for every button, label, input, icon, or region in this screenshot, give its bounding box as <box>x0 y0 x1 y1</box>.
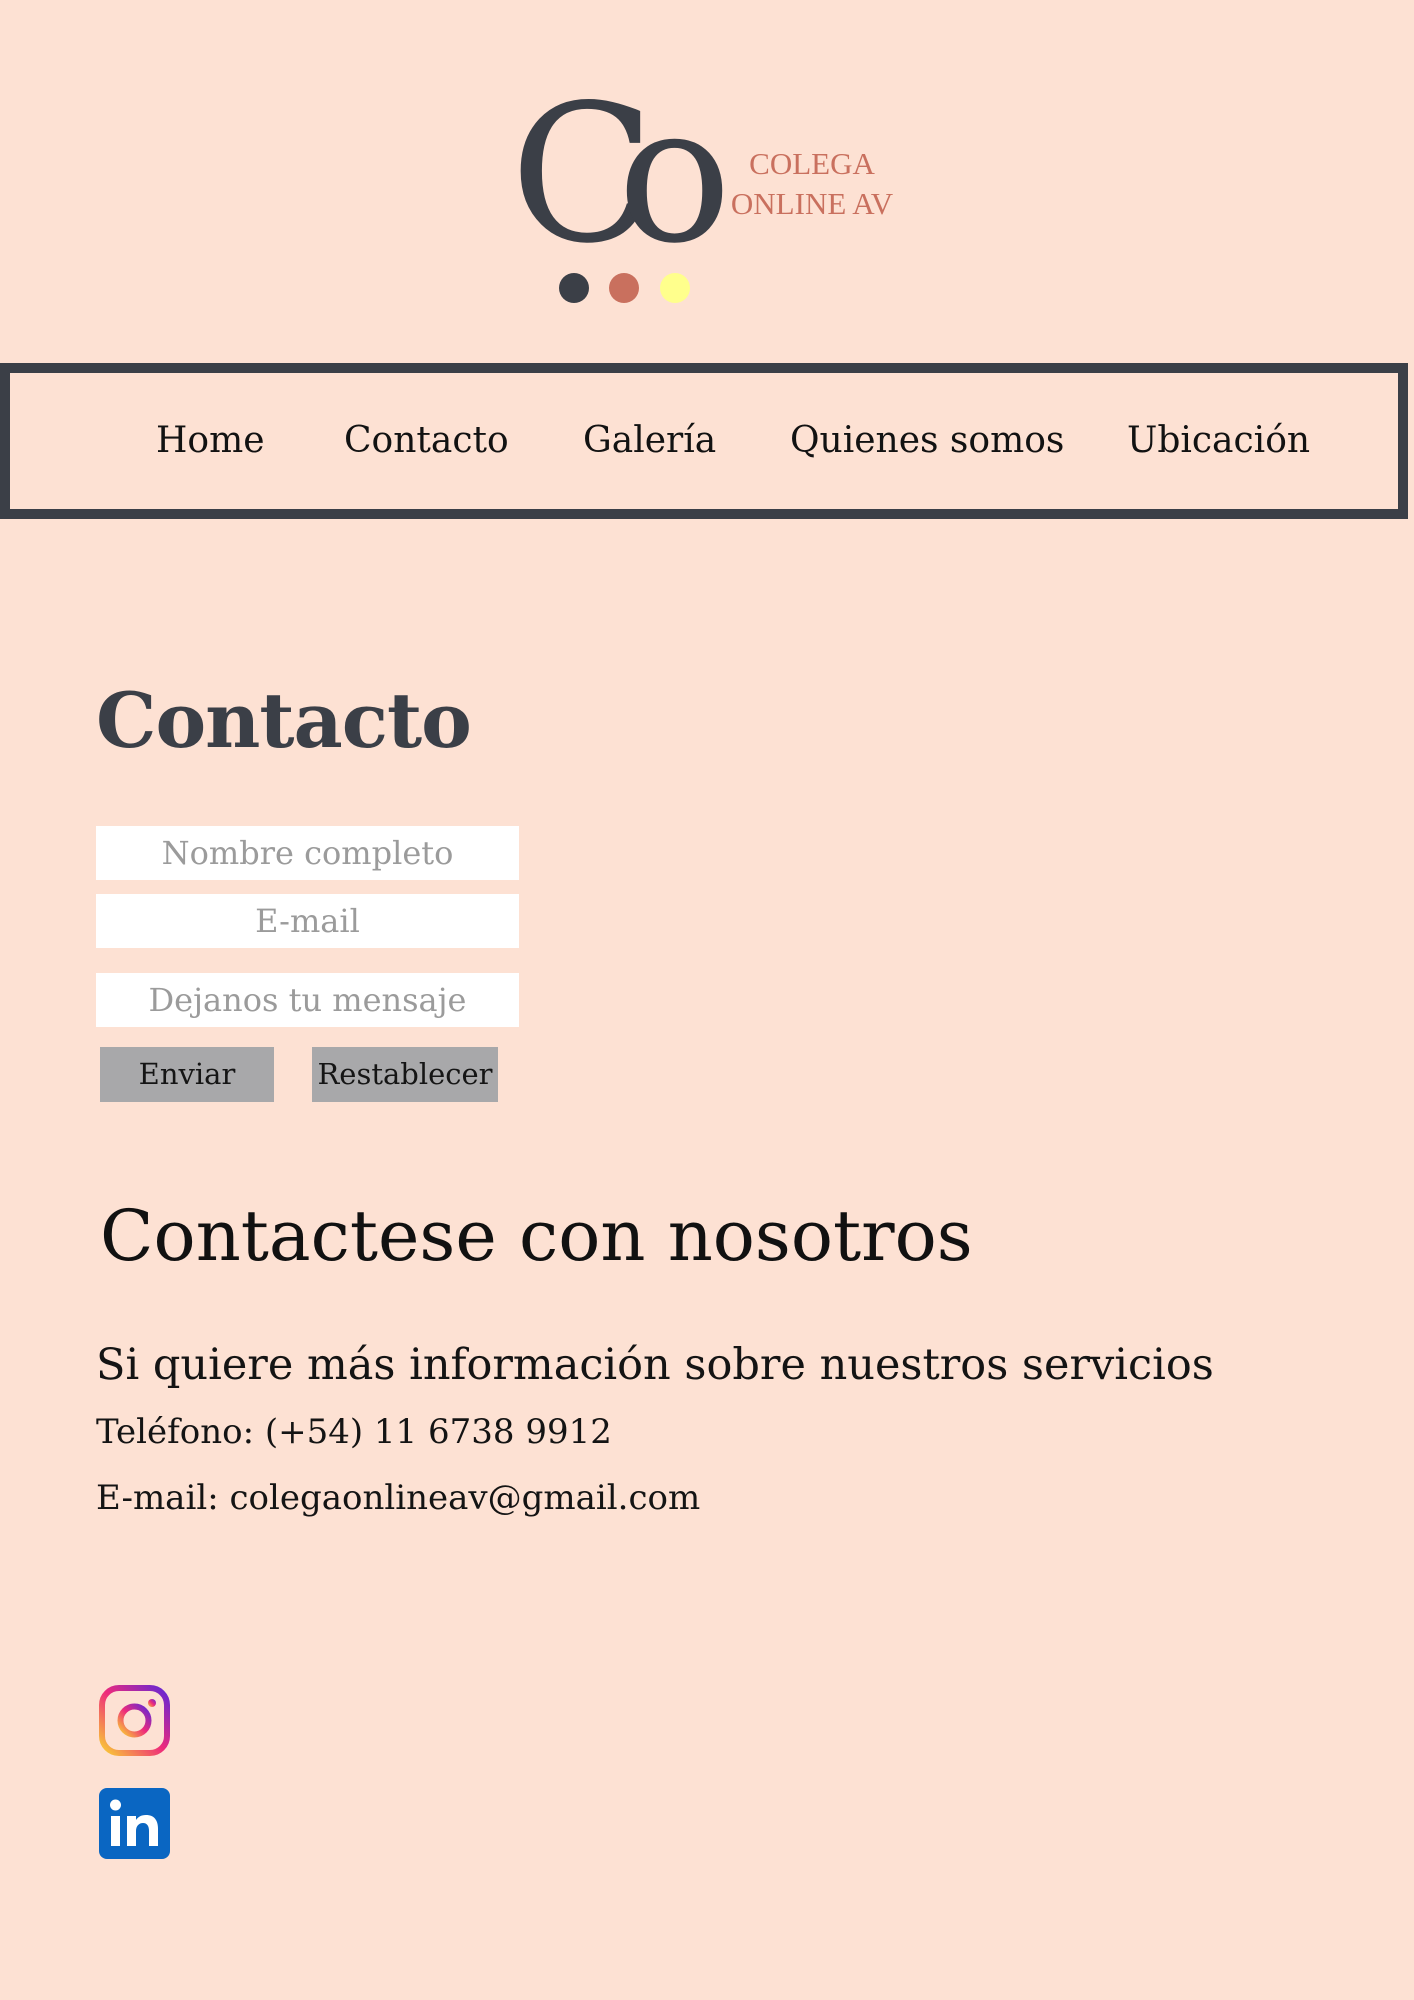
nav-item-quienes-somos[interactable]: Quienes somos <box>790 373 1064 509</box>
page-title: Contacto <box>96 676 472 765</box>
reset-button[interactable]: Restablecer <box>312 1047 498 1102</box>
name-input[interactable] <box>96 826 519 880</box>
nav-item-galeria[interactable]: Galería <box>583 373 716 509</box>
logo-dot-dark <box>559 273 589 303</box>
phone-text: Teléfono: (+54) 11 6738 9912 <box>96 1412 612 1452</box>
main-navigation: Home Contacto Galería Quienes somos Ubic… <box>0 363 1408 519</box>
email-input[interactable] <box>96 894 519 948</box>
linkedin-icon[interactable] <box>99 1788 170 1859</box>
submit-button[interactable]: Enviar <box>100 1047 274 1102</box>
logo-line-2: ONLINE AV <box>730 186 894 221</box>
logo-line-1: COLEGA <box>749 146 875 181</box>
logo-mark-icon: Co <box>510 90 730 303</box>
info-subtitle: Si quiere más información sobre nuestros… <box>96 1340 1214 1390</box>
nav-item-contacto[interactable]: Contacto <box>344 373 509 509</box>
logo-dot-accent <box>609 273 639 303</box>
nav-item-home[interactable]: Home <box>156 373 265 509</box>
logo-wordmark: COLEGA ONLINE AV <box>722 144 902 224</box>
site-logo[interactable]: Co COLEGA ONLINE AV <box>0 0 1414 340</box>
nav-item-ubicacion[interactable]: Ubicación <box>1127 373 1310 509</box>
message-input[interactable] <box>96 973 519 1027</box>
email-text: E-mail: colegaonlineav@gmail.com <box>96 1478 701 1518</box>
instagram-icon[interactable] <box>99 1685 170 1756</box>
logo-monogram: Co <box>510 90 722 285</box>
section-heading: Contactese con nosotros <box>100 1195 973 1277</box>
logo-dot-yellow <box>660 273 690 303</box>
